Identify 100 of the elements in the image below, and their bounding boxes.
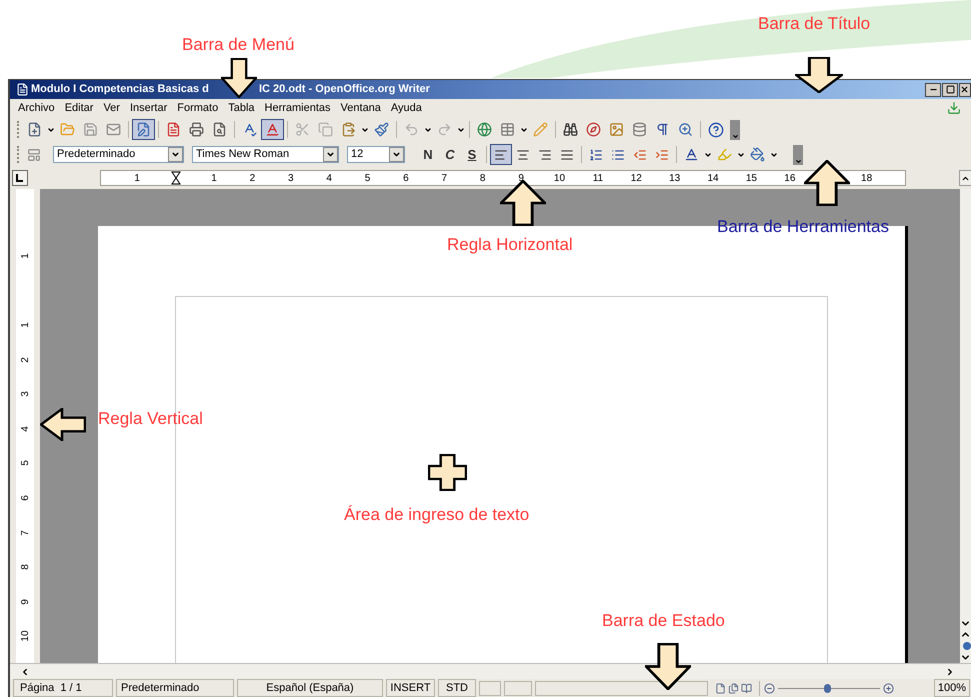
selection-mode[interactable]: STD [438,678,476,697]
align-right-icon[interactable] [538,148,552,162]
horizontal-scrollbar[interactable] [10,663,971,679]
menu-item[interactable]: Ayuda [390,100,422,116]
clipboard-icon[interactable] [341,122,356,137]
align-left-icon[interactable] [494,148,508,162]
caret-icon[interactable] [424,126,432,134]
spellcheck-icon[interactable] [242,122,257,137]
dropdown-caret-icon[interactable] [392,150,401,159]
new-document-icon[interactable] [27,122,42,137]
maximize-button[interactable] [942,82,958,96]
scroll-left-icon[interactable] [20,666,30,676]
caret-icon[interactable] [732,132,738,140]
menu-item[interactable]: Ventana [340,100,381,116]
tab-stop-selector[interactable] [12,170,28,186]
font-color-icon[interactable] [684,147,699,162]
annotation-label: Barra de Título [758,13,870,35]
styles-icon[interactable] [27,148,41,162]
increase-indent-icon[interactable] [655,148,669,162]
edit-file-button[interactable] [132,119,155,140]
caret-icon[interactable] [737,150,745,158]
close-button[interactable] [959,82,971,96]
vertical-scrollbar[interactable] [960,189,971,663]
paintbrush-icon[interactable] [374,122,389,137]
dropdown-caret-icon[interactable] [171,150,180,159]
multi-page-view-icon[interactable] [728,682,739,694]
ruler-number: 14 [706,172,720,186]
annotation-label: Barra de Estado [602,610,725,632]
indent-marker-icon[interactable] [170,171,181,185]
book-view-icon[interactable] [741,682,752,694]
scroll-right-icon[interactable] [945,666,955,676]
dropdown-caret-icon[interactable] [326,150,335,159]
font-size-dropdown[interactable]: 12 [347,146,405,163]
globe-icon[interactable] [477,122,492,137]
zoom-slider-thumb[interactable] [824,684,831,692]
printer-icon[interactable] [189,122,204,137]
zoom-in-icon[interactable] [883,682,894,694]
caret-icon[interactable] [794,158,802,164]
caret-icon[interactable] [47,126,55,134]
caret-icon[interactable] [457,126,465,134]
align-left-button[interactable] [490,144,512,165]
paint-bucket-icon[interactable] [750,147,765,162]
help-icon[interactable] [708,122,724,138]
ruler-number: 9 [18,598,32,607]
menu-item[interactable]: Tabla [228,100,255,116]
ruler-number: 4 [18,425,32,434]
zoom-out-icon[interactable] [764,682,775,694]
insert-mode[interactable]: INSERT [386,678,435,697]
ruler-number: 11 [592,172,604,186]
minimize-button[interactable] [925,82,941,96]
ruler-number: 16 [783,172,796,186]
maximize-icon[interactable] [946,85,954,94]
menu-item[interactable]: Herramientas [264,100,331,116]
style-dropdown[interactable]: Predeterminado [53,146,184,163]
binoculars-icon[interactable] [563,122,578,137]
left-tab-icon [16,174,24,182]
underline-button[interactable]: S [461,144,483,164]
envelope-icon[interactable] [106,122,121,137]
ruler-number: 6 [18,494,32,503]
picture-icon[interactable] [609,122,624,137]
spellcheck-wave-icon[interactable] [265,122,280,137]
toolbar-grip-icon[interactable] [17,146,20,163]
document-magnifier-icon[interactable] [212,122,227,137]
bold-button[interactable]: N [417,144,439,164]
align-justify-icon[interactable] [560,148,574,162]
auto-spellcheck-button[interactable] [261,119,284,140]
download-icon[interactable] [947,101,961,115]
bulleted-list-icon[interactable] [611,148,625,162]
horizontal-ruler[interactable]: 1 1 2 3 4 5 6 7 8 9 10 11 12 13 14 15 16 18 [100,170,906,186]
toolbar-grip-icon[interactable] [17,121,20,138]
menu-item[interactable]: Archivo [18,100,55,116]
scroll-up-button[interactable] [959,170,971,186]
toolbar-overflow-button[interactable] [730,120,740,140]
font-dropdown[interactable]: Times New Roman [192,146,339,163]
caret-icon[interactable] [520,126,528,134]
decrease-indent-icon[interactable] [633,148,647,162]
magnifier-icon[interactable] [678,122,693,137]
menu-item[interactable]: Insertar [130,100,168,116]
pilcrow-icon[interactable] [655,122,670,137]
vertical-ruler[interactable]: 1 1 2 3 4 5 6 7 8 9 10 [16,189,34,663]
menu-item[interactable]: Formato [177,100,218,116]
menu-item[interactable]: Ver [103,100,120,116]
ruler-number: 9 [517,172,525,186]
table-icon[interactable] [500,122,515,137]
caret-icon[interactable] [704,150,712,158]
compass-icon[interactable] [586,122,601,137]
close-icon[interactable] [960,85,969,94]
single-page-view-icon[interactable] [715,682,726,694]
menu-item[interactable]: Editar [64,100,94,116]
annotation-label: Regla Vertical [98,408,203,430]
numbered-list-icon[interactable] [589,148,603,162]
ruler-number: 1 [18,321,32,330]
caret-icon[interactable] [770,150,778,158]
database-icon[interactable] [632,122,647,137]
pdf-document-icon[interactable] [166,122,181,137]
italic-button[interactable]: C [439,144,461,164]
align-center-icon[interactable] [516,148,530,162]
toolbar-overflow-button[interactable] [793,144,803,164]
caret-icon[interactable] [361,126,369,134]
pencil-document-icon[interactable] [136,122,151,137]
